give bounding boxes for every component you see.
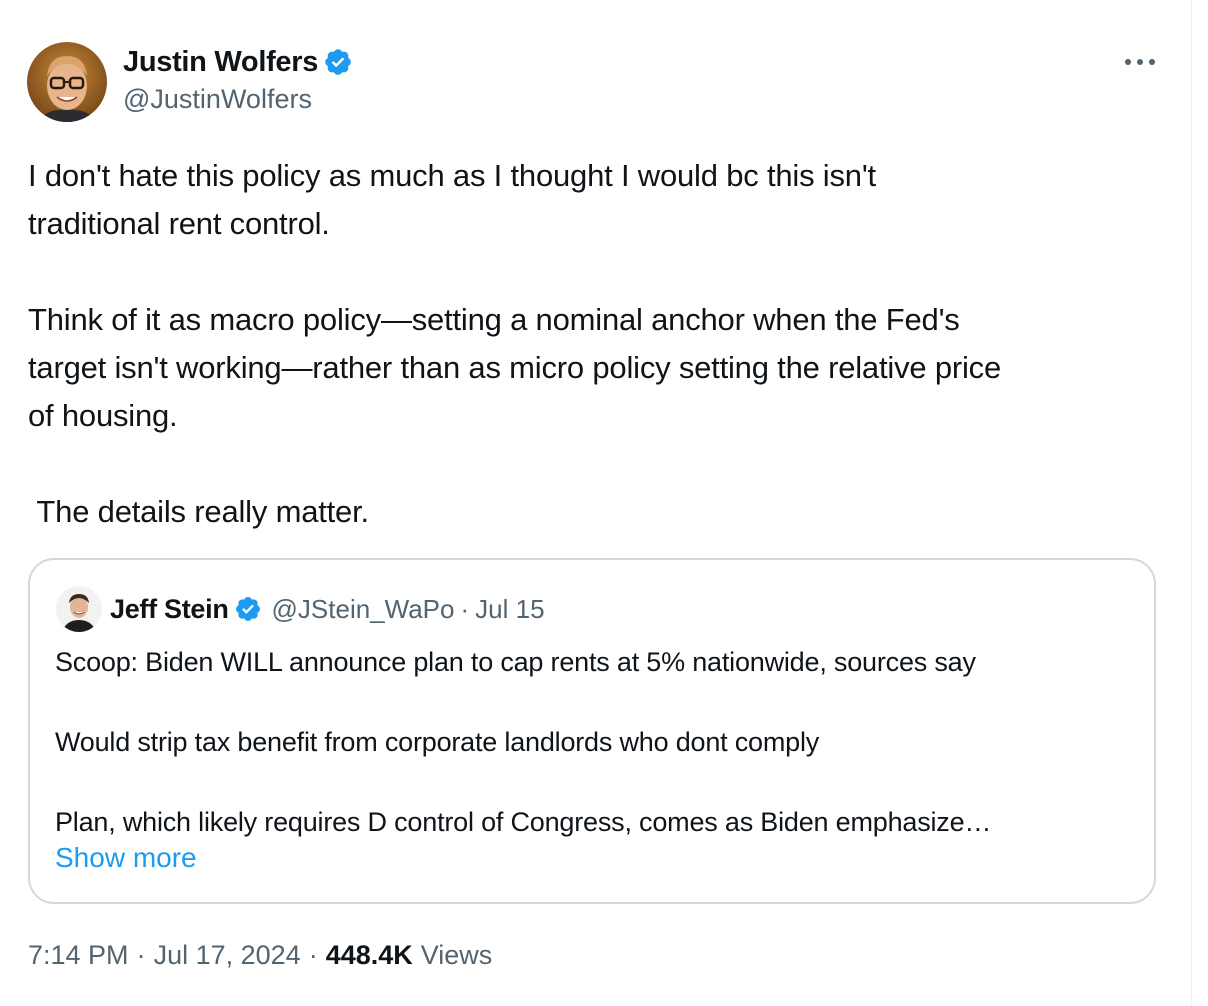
show-more-link[interactable]: Show more: [55, 842, 197, 874]
meta-separator: ·: [136, 940, 146, 970]
quoted-author-name[interactable]: Jeff Stein: [110, 594, 229, 625]
avatar-photo: [56, 586, 102, 632]
verified-badge-icon[interactable]: [323, 47, 353, 77]
quoted-tweet-header: Jeff Stein @JStein_WaPo · Jul 15: [56, 586, 545, 632]
column-divider: [1191, 0, 1192, 1006]
verified-badge-icon[interactable]: [234, 595, 262, 623]
avatar-photo: [27, 42, 107, 122]
quoted-tweet-text: Scoop: Biden WILL announce plan to cap r…: [55, 647, 992, 837]
tweet-page: Justin Wolfers @JustinWolfers I don't ha…: [0, 0, 1208, 1006]
author-name[interactable]: Justin Wolfers: [123, 46, 318, 79]
quoted-tweet[interactable]: Jeff Stein @JStein_WaPo · Jul 15 Scoop: …: [28, 558, 1156, 904]
author-name-row: Justin Wolfers: [123, 44, 353, 80]
more-options-button[interactable]: [1122, 48, 1158, 76]
tweet-date[interactable]: Jul 17, 2024: [154, 940, 301, 971]
quoted-separator: ·: [460, 593, 470, 624]
views-label[interactable]: Views: [421, 940, 493, 971]
tweet-metadata: 7:14 PM · Jul 17, 2024 · 448.4K Views: [28, 940, 492, 971]
more-horizontal-icon: [1125, 59, 1155, 65]
views-count[interactable]: 448.4K: [326, 940, 413, 971]
quoted-tweet-date[interactable]: Jul 15: [475, 594, 544, 625]
tweet-time[interactable]: 7:14 PM: [28, 940, 129, 971]
quoted-author-handle[interactable]: @JStein_WaPo: [272, 594, 455, 625]
meta-separator: ·: [308, 940, 318, 970]
quoted-author-avatar[interactable]: [56, 586, 102, 632]
author-avatar[interactable]: [27, 42, 107, 122]
author-handle[interactable]: @JustinWolfers: [123, 84, 312, 115]
tweet-text: I don't hate this policy as much as I th…: [28, 158, 1002, 529]
